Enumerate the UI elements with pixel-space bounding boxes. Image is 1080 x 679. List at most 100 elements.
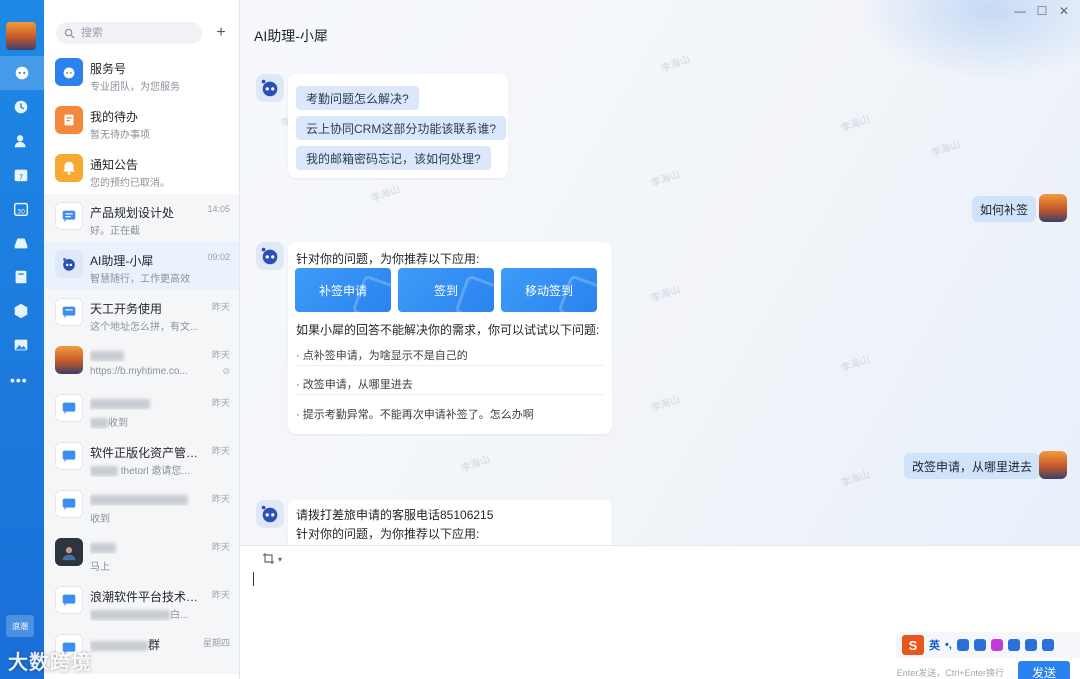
item-name: 我的待办	[90, 110, 139, 124]
list-item-ai-assistant[interactable]: AI助理-小犀 智慧随行，工作更高效 09:02	[44, 242, 239, 290]
crop-icon	[263, 553, 274, 564]
skin-icon[interactable]	[990, 639, 1003, 651]
user-avatar[interactable]	[6, 22, 36, 50]
list-item-contact[interactable]: https://b.myhtime.co... 昨天 ⊘	[44, 338, 239, 386]
reply-line: 请拨打差旅申请的客服电话85106215	[296, 508, 494, 522]
list-item-service[interactable]: 服务号 专业团队，为您服务	[44, 50, 239, 98]
ime-language[interactable]: 英	[929, 637, 940, 653]
logo-watermark: 大数跨境	[8, 652, 92, 674]
chat-icon	[15, 66, 29, 80]
image-icon	[14, 339, 28, 351]
nav-gallery[interactable]	[10, 334, 32, 356]
person-avatar	[55, 538, 83, 566]
item-preview: 您的预约已取消。	[90, 178, 170, 189]
item-name: 软件正版化资产管理...	[90, 446, 202, 460]
item-preview: thetorl 邀请您...	[90, 462, 202, 477]
left-rail: 7 30 ••• 浪潮	[0, 0, 44, 679]
message-icon	[62, 402, 76, 415]
keyboard-icon[interactable]	[973, 639, 986, 651]
ai-avatar	[55, 250, 83, 278]
followup-question[interactable]: · 提示考勤异常。不能再次申请补签了。怎么办啊	[296, 406, 534, 422]
conversation-list: + 服务号 专业团队，为您服务 我的待办 暂无待办事项 通知公告 您的预约已取消…	[44, 0, 240, 679]
item-preview: 收到	[90, 514, 110, 525]
item-name: 群	[90, 636, 202, 653]
bot-avatar	[256, 74, 284, 102]
nav-apps[interactable]	[10, 300, 32, 322]
toolbox-icon[interactable]	[1024, 639, 1037, 651]
watermark: 李海山	[649, 169, 682, 190]
ai-robot-icon	[261, 247, 278, 265]
item-time: 昨天	[211, 494, 230, 504]
microphone-icon[interactable]	[956, 639, 969, 651]
close-icon[interactable]: ✕	[1054, 4, 1074, 18]
reply-followup: 如果小犀的回答不能解决你的需求，你可以试试以下问题:	[296, 323, 600, 337]
nav-calendar-30[interactable]: 30	[10, 198, 32, 220]
settings-icon[interactable]	[1041, 639, 1054, 651]
ime-toolbar[interactable]: S 英 •,	[896, 632, 1080, 658]
group-avatar	[55, 490, 83, 518]
list-item-group[interactable]: 产品规划设计处 好。正在截 14:05	[44, 194, 239, 242]
add-button[interactable]: +	[210, 22, 232, 44]
more-icon[interactable]: •••	[10, 372, 28, 388]
group-avatar	[55, 394, 83, 422]
app-button-checkin[interactable]: 签到	[398, 268, 494, 312]
app-button-makeup-checkin[interactable]: 补签申请	[295, 268, 391, 312]
nav-calendar-7[interactable]: 7	[10, 164, 32, 186]
game-icon[interactable]	[1007, 639, 1020, 651]
minimize-icon[interactable]: —	[1010, 4, 1030, 18]
watermark: 李海山	[369, 184, 402, 205]
book-icon	[15, 270, 27, 284]
list-item-group[interactable]: 收到 昨天	[44, 386, 239, 434]
message-icon	[62, 498, 76, 511]
search-icon	[64, 28, 75, 38]
item-preview: 收到	[90, 414, 202, 429]
item-name	[90, 396, 202, 410]
item-name: 通知公告	[90, 158, 139, 172]
suggestion-chip[interactable]: 我的邮箱密码忘记，该如何处理?	[296, 146, 491, 170]
nav-recent[interactable]	[10, 96, 32, 118]
suggestion-bubble: 考勤问题怎么解决? 云上协同CRM这部分功能该联系谁? 我的邮箱密码忘记，该如何…	[288, 74, 508, 178]
app-button-mobile-checkin[interactable]: 移动签到	[501, 268, 597, 312]
my-message: 改签申请，从哪里进去	[904, 453, 1041, 479]
item-name: 服务号	[90, 62, 127, 76]
sogou-ime-icon[interactable]: S	[902, 635, 924, 655]
screenshot-tool[interactable]: ▾	[262, 552, 282, 566]
list-item-notice[interactable]: 通知公告 您的预约已取消。	[44, 146, 239, 194]
list-item-group[interactable]: 软件正版化资产管理... thetorl 邀请您... 昨天	[44, 434, 239, 482]
list-item-contact[interactable]: 马上 昨天	[44, 530, 239, 578]
suggestion-chip[interactable]: 考勤问题怎么解决?	[296, 86, 419, 110]
send-button[interactable]: 发送	[1018, 661, 1070, 679]
watermark: 李海山	[839, 354, 872, 375]
cube-icon	[14, 303, 28, 319]
search-input[interactable]	[81, 27, 191, 39]
punctuation-icon[interactable]: •,	[945, 639, 952, 651]
notice-avatar	[55, 154, 83, 182]
nav-contacts[interactable]	[10, 130, 32, 152]
item-time: 昨天	[211, 398, 230, 408]
nav-docs[interactable]	[10, 266, 32, 288]
item-time: 昨天	[211, 542, 230, 552]
my-avatar	[1039, 451, 1067, 479]
suggestion-chip[interactable]: 云上协同CRM这部分功能该联系谁?	[296, 116, 507, 140]
chevron-down-icon: ▾	[278, 554, 283, 564]
search-box[interactable]	[56, 22, 202, 44]
maximize-icon[interactable]: ☐	[1032, 4, 1052, 18]
text-caret	[253, 572, 254, 586]
svg-text:30: 30	[17, 209, 25, 216]
list-item-todo[interactable]: 我的待办 暂无待办事项	[44, 98, 239, 146]
ai-robot-icon	[63, 258, 75, 271]
nav-drive[interactable]	[10, 232, 32, 254]
svg-text:7: 7	[19, 173, 24, 182]
nav-messages[interactable]	[0, 56, 44, 90]
followup-question[interactable]: · 改签申请，从哪里进去	[296, 376, 413, 392]
item-name: AI助理-小犀	[90, 254, 154, 268]
followup-question[interactable]: · 点补签申请，为啥显示不是自己的	[296, 347, 468, 363]
item-name: 天工开务使用	[90, 302, 163, 316]
list-item-group[interactable]: 浪潮软件平台技术研... 白... 昨天	[44, 578, 239, 626]
bot-avatar	[256, 242, 284, 270]
list-item-group[interactable]: 天工开务使用 这个地址怎么拼，有文... 昨天	[44, 290, 239, 338]
message-composer[interactable]: ▾ S 英 •, Enter发送，Ctrl+Enter换行 发送	[240, 545, 1080, 679]
item-time: 09:02	[207, 252, 230, 262]
list-item-group[interactable]: 收到 昨天	[44, 482, 239, 530]
calendar-month-icon: 30	[14, 202, 28, 216]
